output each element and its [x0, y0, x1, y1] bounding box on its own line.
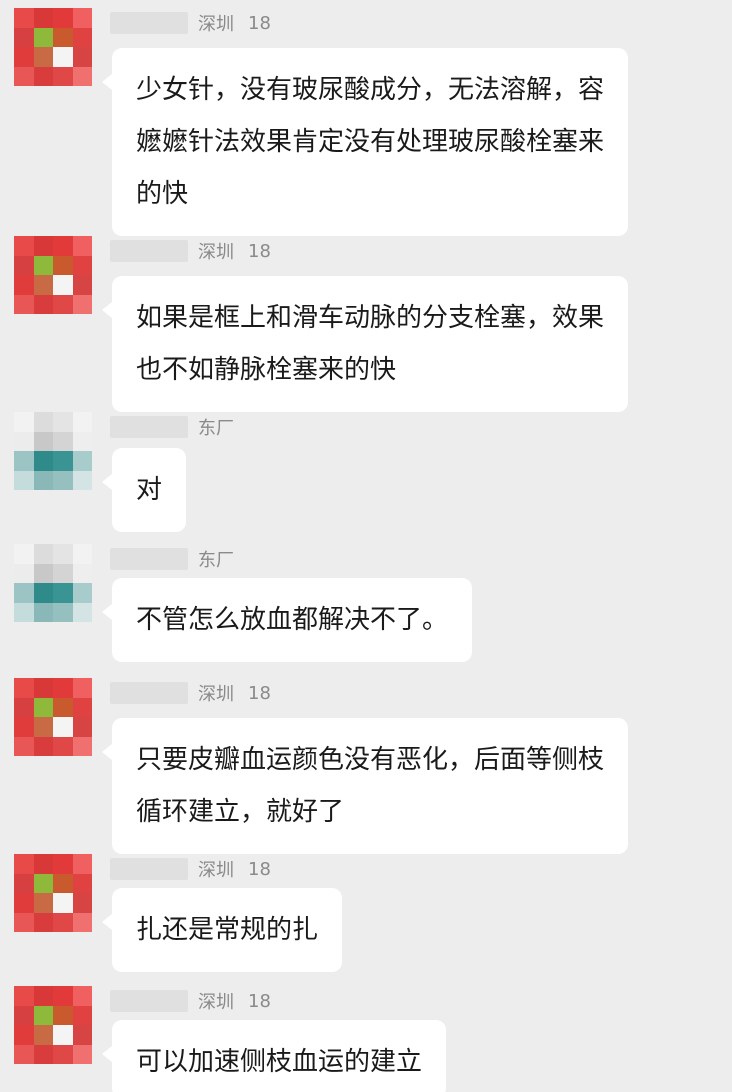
sender-group: 18: [248, 858, 271, 880]
sender-name-blurred: [110, 858, 188, 880]
sender-group: 18: [248, 240, 271, 262]
sender-group: 18: [248, 990, 271, 1012]
avatar[interactable]: [14, 854, 92, 932]
message-bubble[interactable]: 如果是框上和滑车动脉的分支栓塞，效果也不如静脉栓塞来的快: [102, 276, 628, 412]
message-bubble[interactable]: 少女针，没有玻尿酸成分，无法溶解，容嬷嬷针法效果肯定没有处理玻尿酸栓塞来的快: [102, 48, 628, 236]
avatar[interactable]: [14, 236, 92, 314]
sender-name-blurred: [110, 682, 188, 704]
sender-name-blurred: [110, 990, 188, 1012]
sender-city: 深圳: [198, 684, 234, 705]
message-bubble[interactable]: 只要皮瓣血运颜色没有恶化，后面等侧枝循环建立，就好了: [102, 718, 628, 854]
sender-group: 18: [248, 12, 271, 34]
sender-group: 18: [248, 682, 271, 704]
sender-city: 东厂: [198, 550, 234, 571]
sender-meta: 深圳 18: [110, 8, 271, 38]
sender-name-blurred: [110, 12, 188, 34]
sender-city: 东厂: [198, 418, 234, 439]
sender-name-blurred: [110, 240, 188, 262]
sender-name-blurred: [110, 416, 188, 438]
sender-name-blurred: [110, 548, 188, 570]
avatar[interactable]: [14, 412, 92, 490]
message-bubble[interactable]: 对: [101, 448, 187, 532]
avatar[interactable]: [14, 8, 92, 86]
sender-city: 深圳: [198, 14, 234, 35]
avatar[interactable]: [14, 986, 92, 1064]
sender-meta: 深圳 18: [110, 236, 271, 266]
avatar[interactable]: [14, 678, 92, 756]
sender-meta: 深圳 18: [110, 678, 271, 708]
sender-city: 深圳: [198, 242, 234, 263]
sender-meta: 深圳 18: [110, 854, 271, 884]
sender-meta: 深圳 18: [110, 986, 271, 1016]
sender-city: 深圳: [198, 860, 234, 881]
message-bubble[interactable]: 扎还是常规的扎: [101, 888, 343, 972]
message-bubble[interactable]: 可以加速侧枝血运的建立: [101, 1020, 447, 1092]
avatar[interactable]: [14, 544, 92, 622]
sender-city: 深圳: [198, 992, 234, 1013]
sender-meta: 东厂: [110, 544, 234, 574]
sender-meta: 东厂: [110, 412, 234, 442]
message-bubble[interactable]: 不管怎么放血都解决不了。: [101, 578, 473, 662]
